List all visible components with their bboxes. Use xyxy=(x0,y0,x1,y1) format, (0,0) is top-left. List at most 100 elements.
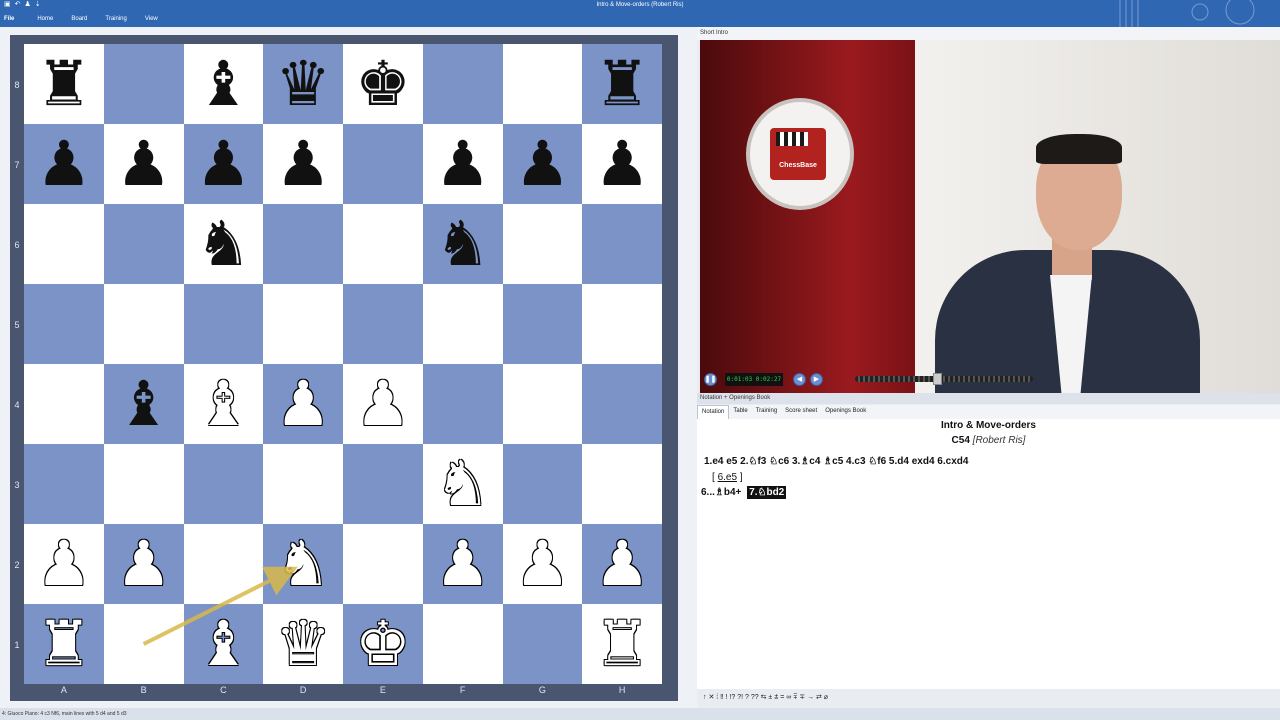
square-a8[interactable]: ♜ xyxy=(24,44,104,124)
square-c5[interactable] xyxy=(183,284,264,364)
black-pawn-icon[interactable]: ♟ xyxy=(594,133,650,195)
square-f3[interactable]: ♞ xyxy=(422,444,503,524)
black-rook-icon[interactable]: ♜ xyxy=(594,53,650,115)
square-e6[interactable] xyxy=(343,204,423,284)
video-progress-bar[interactable] xyxy=(855,376,1033,382)
white-pawn-icon[interactable]: ♟ xyxy=(515,533,571,595)
menu-view[interactable]: View xyxy=(136,16,167,22)
square-g3[interactable] xyxy=(502,444,583,524)
square-f7[interactable]: ♟ xyxy=(422,124,503,204)
square-e4[interactable]: ♟ xyxy=(343,364,423,444)
black-pawn-icon[interactable]: ♟ xyxy=(196,133,252,195)
square-g6[interactable] xyxy=(502,204,583,284)
current-move[interactable]: 7.♘bd2 xyxy=(747,486,787,499)
square-h1[interactable]: ♜ xyxy=(582,604,662,684)
square-d7[interactable]: ♟ xyxy=(263,124,343,204)
square-b7[interactable]: ♟ xyxy=(103,124,184,204)
square-c1[interactable]: ♝ xyxy=(183,604,264,684)
square-h7[interactable]: ♟ xyxy=(582,124,662,204)
white-pawn-icon[interactable]: ♟ xyxy=(116,533,172,595)
main-line-moves[interactable]: 1.e4 e5 2.♘f3 ♘c6 3.♗c4 ♗c5 4.c3 ♘f6 5.d… xyxy=(704,456,968,467)
square-h8[interactable]: ♜ xyxy=(582,44,662,124)
black-rook-icon[interactable]: ♜ xyxy=(36,53,92,115)
white-pawn-icon[interactable]: ♟ xyxy=(275,373,331,435)
square-f5[interactable] xyxy=(422,284,503,364)
square-f4[interactable] xyxy=(422,364,503,444)
white-knight-icon[interactable]: ♞ xyxy=(435,453,491,515)
white-rook-icon[interactable]: ♜ xyxy=(594,613,650,675)
video-player[interactable]: ChessBase xyxy=(700,40,1280,395)
square-c7[interactable]: ♟ xyxy=(183,124,264,204)
square-h5[interactable] xyxy=(582,284,662,364)
black-bishop-icon[interactable]: ♝ xyxy=(116,373,172,435)
video-progress-handle[interactable] xyxy=(933,373,942,385)
square-b1[interactable] xyxy=(103,604,184,684)
forward-button[interactable]: ▶ xyxy=(810,372,823,386)
square-a1[interactable]: ♜ xyxy=(24,604,104,684)
square-d3[interactable] xyxy=(263,444,343,524)
black-knight-icon[interactable]: ♞ xyxy=(196,213,252,275)
white-bishop-icon[interactable]: ♝ xyxy=(196,613,252,675)
square-c2[interactable] xyxy=(183,524,264,604)
tab-training[interactable]: Training xyxy=(752,405,781,419)
black-pawn-icon[interactable]: ♟ xyxy=(515,133,571,195)
square-a3[interactable] xyxy=(24,444,104,524)
black-pawn-icon[interactable]: ♟ xyxy=(435,133,491,195)
square-e2[interactable] xyxy=(343,524,423,604)
square-c4[interactable]: ♝ xyxy=(183,364,264,444)
tab-openings-book[interactable]: Openings Book xyxy=(821,405,870,419)
square-c3[interactable] xyxy=(183,444,264,524)
square-b5[interactable] xyxy=(103,284,184,364)
square-h2[interactable]: ♟ xyxy=(582,524,662,604)
black-queen-icon[interactable]: ♛ xyxy=(275,53,331,115)
square-h6[interactable] xyxy=(582,204,662,284)
square-g5[interactable] xyxy=(502,284,583,364)
white-king-icon[interactable]: ♚ xyxy=(355,613,411,675)
square-e3[interactable] xyxy=(343,444,423,524)
square-g1[interactable] xyxy=(502,604,583,684)
black-pawn-icon[interactable]: ♟ xyxy=(275,133,331,195)
square-f6[interactable]: ♞ xyxy=(422,204,503,284)
square-b6[interactable] xyxy=(103,204,184,284)
menu-training[interactable]: Training xyxy=(96,16,135,22)
white-pawn-icon[interactable]: ♟ xyxy=(435,533,491,595)
square-g8[interactable] xyxy=(502,44,583,124)
white-pawn-icon[interactable]: ♟ xyxy=(36,533,92,595)
square-g2[interactable]: ♟ xyxy=(502,524,583,604)
rewind-button[interactable]: ◀ xyxy=(793,372,806,386)
square-f1[interactable] xyxy=(422,604,503,684)
pause-button[interactable]: ❚❚ xyxy=(704,372,717,386)
square-a4[interactable] xyxy=(24,364,104,444)
square-g7[interactable]: ♟ xyxy=(502,124,583,204)
menu-board[interactable]: Board xyxy=(62,16,96,22)
square-d2[interactable]: ♞ xyxy=(263,524,343,604)
tab-notation[interactable]: Notation xyxy=(697,405,730,419)
white-knight-icon[interactable]: ♞ xyxy=(275,533,331,595)
white-rook-icon[interactable]: ♜ xyxy=(36,613,92,675)
square-b8[interactable] xyxy=(103,44,184,124)
square-f2[interactable]: ♟ xyxy=(422,524,503,604)
white-queen-icon[interactable]: ♛ xyxy=(275,613,331,675)
white-pawn-icon[interactable]: ♟ xyxy=(355,373,411,435)
square-d5[interactable] xyxy=(263,284,343,364)
square-e5[interactable] xyxy=(343,284,423,364)
square-f8[interactable] xyxy=(422,44,503,124)
black-king-icon[interactable]: ♚ xyxy=(355,53,411,115)
square-a5[interactable] xyxy=(24,284,104,364)
square-e1[interactable]: ♚ xyxy=(343,604,423,684)
black-bishop-icon[interactable]: ♝ xyxy=(196,53,252,115)
square-a6[interactable] xyxy=(24,204,104,284)
menu-file[interactable]: File xyxy=(4,16,28,22)
white-bishop-icon[interactable]: ♝ xyxy=(196,373,252,435)
black-pawn-icon[interactable]: ♟ xyxy=(36,133,92,195)
square-h3[interactable] xyxy=(582,444,662,524)
square-h4[interactable] xyxy=(582,364,662,444)
square-a2[interactable]: ♟ xyxy=(24,524,104,604)
square-g4[interactable] xyxy=(502,364,583,444)
square-e8[interactable]: ♚ xyxy=(343,44,423,124)
chess-board[interactable]: ♜ ♝ ♛ ♚ ♜ ♟ ♟ ♟ ♟ ♟ ♟ ♟ ♞ ♞ ♝ ♝ ♟ ♟ ♞ ♟ ♟ ♞ ♟ ♟ ♟ ♜ ♝ ♛ ♚ ♜ xyxy=(24,44,662,684)
square-c6[interactable]: ♞ xyxy=(183,204,264,284)
square-b2[interactable]: ♟ xyxy=(103,524,184,604)
square-d1[interactable]: ♛ xyxy=(263,604,343,684)
square-e7[interactable] xyxy=(343,124,423,204)
